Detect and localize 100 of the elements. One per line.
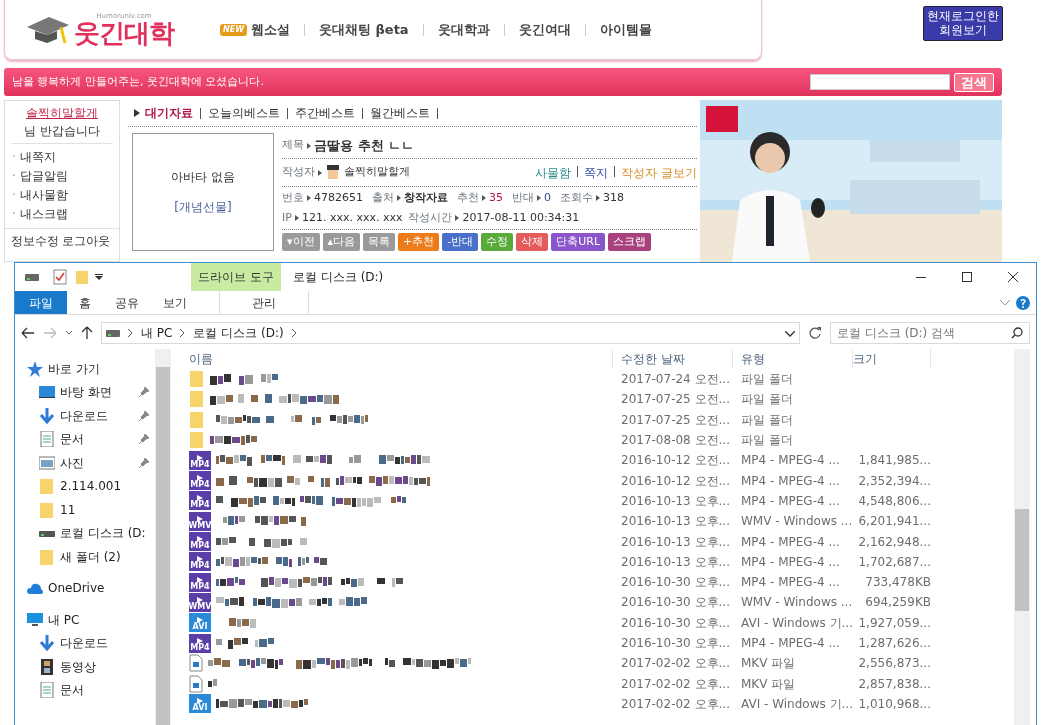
maximize-icon[interactable] bbox=[962, 272, 972, 282]
dropdown-icon[interactable] bbox=[785, 330, 795, 337]
film-icon bbox=[39, 658, 55, 675]
menu-link[interactable]: ㆍ답글알림 bbox=[8, 167, 116, 186]
column-header[interactable]: 수정한 날짜 bbox=[621, 350, 685, 368]
account-link[interactable]: 정보수정 bbox=[11, 232, 59, 250]
play-icon bbox=[197, 475, 203, 482]
menu-link[interactable]: ㆍ내쪽지 bbox=[8, 148, 116, 167]
field-value: 318 bbox=[603, 190, 624, 206]
type-cell-text: 파일 폴더 bbox=[740, 432, 794, 450]
nav-item[interactable]: 바탕 화면 bbox=[60, 383, 112, 402]
nav-item[interactable]: 문서 bbox=[60, 681, 84, 700]
field-value: 35 bbox=[489, 190, 503, 206]
recent-dropdown-icon[interactable] bbox=[65, 330, 73, 336]
size-cell-text: 2,162,948... bbox=[857, 533, 931, 551]
play-icon bbox=[197, 454, 203, 461]
scrollbar[interactable] bbox=[155, 349, 171, 725]
nav-item[interactable]: 다운로드 bbox=[60, 634, 108, 653]
help-icon[interactable] bbox=[1016, 295, 1030, 310]
breadcrumb-item[interactable]: 로컬 디스크 (D:) bbox=[193, 324, 284, 342]
nav-item[interactable]: 사진 bbox=[60, 453, 84, 472]
nav-link[interactable]: 웹소설 bbox=[251, 19, 290, 40]
type-cell-text: MP4 - MPEG-4 ... bbox=[740, 472, 841, 490]
nav-link[interactable]: 웃긴여대 bbox=[518, 19, 571, 40]
date-cell-text: 2016-10-13 오후... bbox=[620, 513, 731, 531]
date-cell-text: 2016-10-13 오후... bbox=[620, 553, 731, 571]
type-cell-text: AVI - Windows 기... bbox=[740, 614, 853, 632]
column-header[interactable]: 크기 bbox=[853, 350, 877, 368]
account-link[interactable]: 로그아웃 bbox=[62, 232, 110, 250]
board-tab[interactable]: 오늘의베스트 bbox=[208, 104, 280, 122]
chevron-icon[interactable] bbox=[1000, 299, 1010, 306]
column-header[interactable]: 유형 bbox=[741, 350, 765, 368]
close-icon[interactable] bbox=[1008, 272, 1018, 282]
arrow-icon bbox=[397, 195, 401, 202]
video-file-icon: WMV bbox=[189, 592, 211, 612]
nav-item[interactable]: 2.114.001 bbox=[60, 477, 122, 496]
desktop-icon bbox=[39, 384, 55, 401]
arrow-icon bbox=[294, 214, 299, 221]
nav-item[interactable]: 새 폴더 (2) bbox=[60, 547, 121, 566]
folder-icon bbox=[189, 410, 205, 429]
username-link[interactable]: 솔찍히말할게 bbox=[11, 104, 113, 122]
refresh-icon[interactable] bbox=[808, 326, 822, 340]
field-label: IP bbox=[282, 209, 292, 226]
nav-item[interactable]: 동영상 bbox=[60, 657, 96, 676]
up-icon[interactable] bbox=[81, 326, 93, 340]
checklist-icon[interactable] bbox=[53, 269, 67, 285]
gift-link[interactable]: [개념선물] bbox=[174, 198, 232, 216]
nav-link[interactable]: 웃대채팅 βeta bbox=[319, 19, 409, 40]
download-icon bbox=[39, 635, 55, 652]
drive-icon[interactable] bbox=[25, 272, 39, 282]
nav-link[interactable]: 아이템몰 bbox=[599, 19, 652, 40]
size-cell-text: 694,259KB bbox=[864, 594, 931, 612]
arrow-icon bbox=[134, 109, 140, 117]
search-field[interactable]: 로컬 디스크 (D:) 검색 bbox=[830, 322, 1030, 344]
nav-item[interactable]: 내 PC bbox=[48, 610, 80, 629]
file-tab[interactable]: 파일 bbox=[15, 291, 67, 314]
scrollbar[interactable] bbox=[1014, 349, 1030, 725]
board-tab[interactable]: 주간베스트 bbox=[295, 104, 355, 122]
ribbon-tab[interactable]: 공유 bbox=[103, 291, 151, 314]
post-action-button[interactable]: 단축URL bbox=[551, 233, 606, 251]
post-action-button[interactable]: -반대 bbox=[442, 233, 479, 251]
play-icon bbox=[197, 637, 203, 644]
nav-item[interactable]: 문서 bbox=[60, 430, 84, 449]
field-value: 창작자료 bbox=[404, 190, 448, 206]
play-icon bbox=[197, 576, 203, 583]
field-label: 출처 bbox=[372, 190, 394, 206]
board-tab[interactable]: 대기자료 bbox=[145, 104, 193, 122]
date-cell-text: 2017-07-25 오전... bbox=[620, 391, 731, 409]
search-field[interactable] bbox=[810, 74, 950, 90]
dropdown-icon[interactable] bbox=[95, 273, 103, 281]
video-file-icon: MP4 bbox=[189, 633, 211, 653]
field-label: 번호 bbox=[282, 190, 304, 206]
nav-item[interactable]: 로컬 디스크 (D: bbox=[60, 524, 146, 543]
board-tab[interactable]: 월간베스트 bbox=[370, 104, 430, 122]
ribbon-tab[interactable]: 보기 bbox=[151, 291, 199, 314]
field-label: 조회수 bbox=[560, 190, 593, 206]
back-icon[interactable] bbox=[21, 327, 35, 339]
document-icon bbox=[39, 431, 55, 448]
menu-link[interactable]: ㆍ내사물함 bbox=[8, 186, 116, 205]
play-icon bbox=[197, 556, 203, 563]
ribbon-tab[interactable]: 홈 bbox=[67, 291, 103, 314]
nav-item[interactable]: 바로 가기 bbox=[48, 359, 100, 378]
nav-item[interactable]: 11 bbox=[60, 500, 76, 519]
breadcrumb-item[interactable]: 내 PC bbox=[141, 324, 173, 342]
arrow-icon bbox=[318, 169, 322, 176]
menu-link[interactable]: ㆍ내스크랩 bbox=[8, 205, 116, 224]
nav-link[interactable]: 웃대학과 bbox=[437, 19, 490, 40]
author-link[interactable]: 사물함 bbox=[535, 163, 572, 182]
nav-item[interactable]: OneDrive bbox=[48, 579, 105, 598]
post-action-button[interactable]: 삭제 bbox=[516, 233, 549, 251]
column-header[interactable]: 이름 bbox=[189, 350, 213, 368]
type-cell-text: MKV 파일 bbox=[740, 655, 797, 673]
date-cell-text: 2017-02-02 오후... bbox=[620, 655, 731, 673]
date-cell-text: 2016-10-13 오후... bbox=[620, 533, 731, 551]
author-link[interactable]: 쪽지 bbox=[584, 163, 609, 182]
post-action-button[interactable]: 스크랩 bbox=[608, 233, 652, 251]
online-users-button[interactable]: 현재로그인한 회원보기 bbox=[923, 6, 1003, 41]
size-cell-text: 733,478KB bbox=[864, 574, 931, 592]
nav-item[interactable]: 다운로드 bbox=[60, 406, 108, 425]
video-file-icon: MP4 bbox=[189, 450, 211, 470]
